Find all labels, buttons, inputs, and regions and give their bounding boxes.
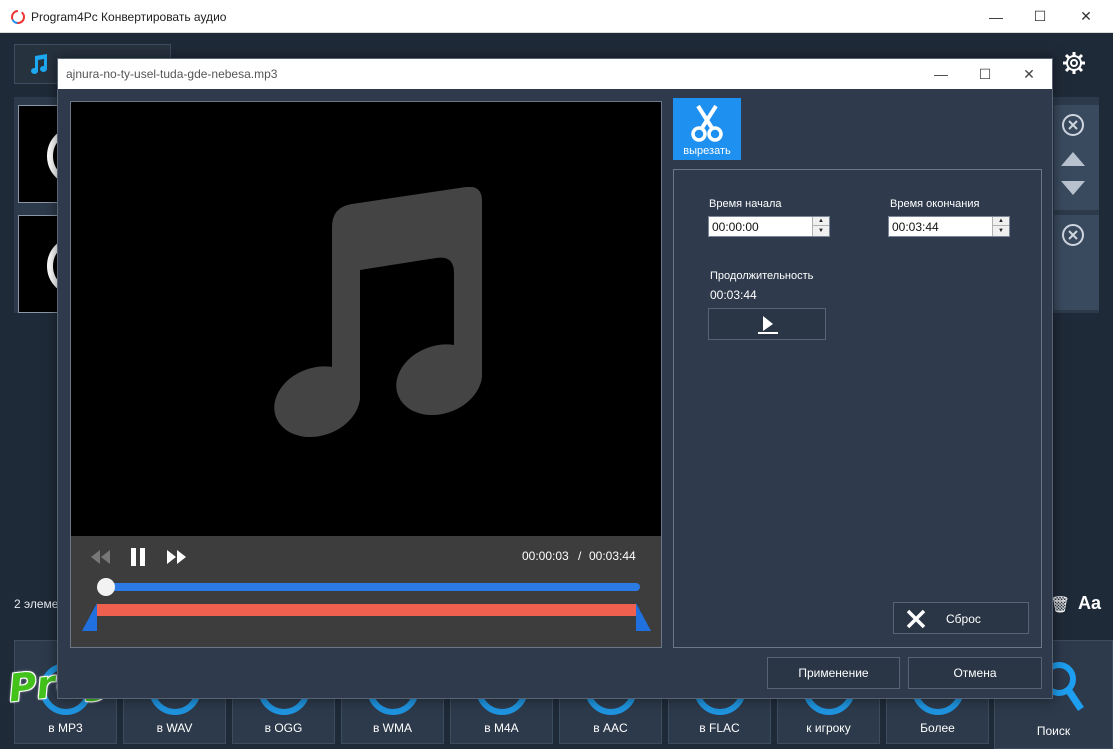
cut-settings-panel: Время начала 00:00:00 ▲ ▼ Время окончани… bbox=[673, 169, 1042, 648]
music-note-icon bbox=[274, 187, 482, 438]
end-time-spinner[interactable]: ▲ ▼ bbox=[992, 217, 1009, 236]
close-icon bbox=[906, 609, 926, 629]
gear-icon[interactable] bbox=[1062, 51, 1086, 75]
spin-down-icon[interactable]: ▼ bbox=[813, 226, 829, 235]
duration-value: 00:03:44 bbox=[710, 288, 757, 302]
end-time-input[interactable]: 00:03:44 ▲ ▼ bbox=[888, 216, 1010, 237]
seek-bar[interactable] bbox=[99, 583, 640, 591]
remove-icon[interactable] bbox=[1061, 223, 1085, 247]
pause-icon[interactable] bbox=[130, 548, 146, 566]
file-actions-panel bbox=[1054, 215, 1099, 310]
music-note-icon bbox=[31, 54, 47, 74]
dialog-title: ajnura-no-ty-usel-tuda-gde-nebesa.mp3 bbox=[66, 67, 278, 81]
font-button[interactable]: Aa bbox=[1078, 593, 1101, 614]
cut-dialog: ajnura-no-ty-usel-tuda-gde-nebesa.mp3 — … bbox=[57, 58, 1053, 699]
maximize-button[interactable]: ☐ bbox=[1017, 0, 1063, 33]
spin-down-icon[interactable]: ▼ bbox=[993, 226, 1009, 235]
app-title: Program4Pc Конвертировать аудио bbox=[31, 10, 227, 24]
fast-forward-icon[interactable] bbox=[166, 550, 186, 564]
start-time-input[interactable]: 00:00:00 ▲ ▼ bbox=[708, 216, 830, 237]
reset-button[interactable]: Сброс bbox=[893, 602, 1029, 634]
trim-start-handle[interactable] bbox=[82, 603, 97, 631]
dialog-titlebar: ajnura-no-ty-usel-tuda-gde-nebesa.mp3 — … bbox=[58, 59, 1052, 89]
remove-icon[interactable] bbox=[1061, 113, 1085, 137]
duration-label: Продолжительность bbox=[710, 270, 814, 282]
rewind-icon[interactable] bbox=[91, 550, 111, 564]
start-time-spinner[interactable]: ▲ ▼ bbox=[812, 217, 829, 236]
time-separator: / bbox=[578, 549, 582, 563]
cancel-button[interactable]: Отмена bbox=[908, 657, 1042, 689]
preview-play-button[interactable] bbox=[708, 308, 826, 340]
trim-end-handle[interactable] bbox=[636, 603, 651, 631]
trash-icon[interactable]: 🗑 bbox=[1050, 595, 1070, 615]
dialog-minimize-button[interactable]: — bbox=[918, 59, 964, 89]
item-count: 2 элеме bbox=[14, 597, 59, 611]
total-time: 00:03:44 bbox=[589, 549, 636, 563]
seek-handle[interactable] bbox=[97, 578, 116, 596]
dialog-close-button[interactable]: ✕ bbox=[1006, 59, 1052, 89]
dialog-maximize-button[interactable]: ☐ bbox=[962, 59, 1008, 89]
scissors-icon bbox=[691, 104, 723, 142]
trim-range-bar bbox=[97, 604, 636, 616]
spin-up-icon[interactable]: ▲ bbox=[993, 217, 1009, 226]
app-titlebar: Program4Pc Конвертировать аудио — ☐ ✕ bbox=[0, 0, 1113, 33]
start-time-label: Время начала bbox=[709, 198, 782, 210]
move-down-icon[interactable] bbox=[1060, 180, 1086, 196]
apply-button[interactable]: Применение bbox=[767, 657, 900, 689]
minimize-button[interactable]: — bbox=[973, 0, 1019, 33]
player-screen bbox=[71, 102, 661, 536]
current-time: 00:00:03 bbox=[522, 549, 569, 563]
cut-tab[interactable]: вырезать bbox=[673, 98, 741, 160]
end-time-label: Время окончания bbox=[890, 198, 980, 210]
file-actions-panel bbox=[1054, 105, 1099, 210]
player-controls: 00:00:03 / 00:03:44 bbox=[71, 536, 661, 647]
spin-up-icon[interactable]: ▲ bbox=[813, 217, 829, 226]
move-up-icon[interactable] bbox=[1060, 151, 1086, 167]
play-icon bbox=[758, 316, 778, 334]
app-logo-icon bbox=[11, 10, 25, 24]
close-button[interactable]: ✕ bbox=[1063, 0, 1109, 33]
media-player: 00:00:03 / 00:03:44 bbox=[70, 101, 662, 648]
